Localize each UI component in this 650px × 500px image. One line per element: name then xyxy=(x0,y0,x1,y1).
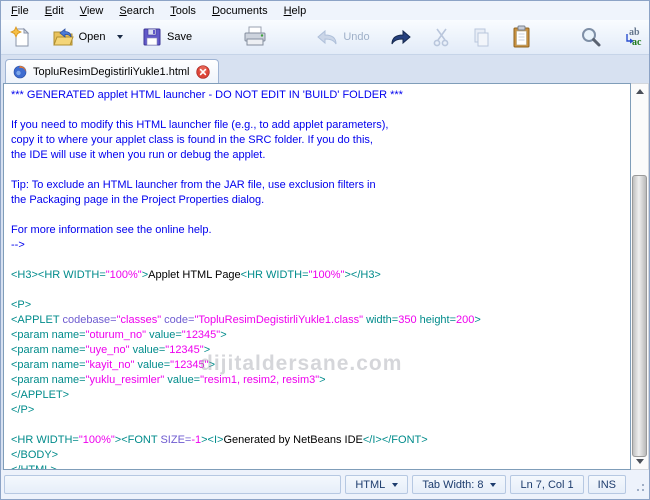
find-button[interactable] xyxy=(575,23,607,51)
paste-icon xyxy=(510,25,532,49)
menu-item-help[interactable]: Help xyxy=(276,3,315,19)
open-folder-icon xyxy=(51,25,75,49)
print-button[interactable] xyxy=(238,23,272,51)
menu-item-edit[interactable]: Edit xyxy=(37,3,72,19)
code-line: <param name="yuklu_resimler" value="resi… xyxy=(11,374,326,386)
code-line: the Packaging page in the Project Proper… xyxy=(11,194,265,206)
editor-area: *** GENERATED applet HTML launcher - DO … xyxy=(1,83,649,470)
code-line: copy it to where your applet class is fo… xyxy=(11,134,373,146)
code-line: --> xyxy=(11,239,25,251)
save-floppy-icon xyxy=(141,26,163,48)
print-icon xyxy=(242,25,268,49)
code-line: For more information see the online help… xyxy=(11,224,212,236)
menu-item-view[interactable]: View xyxy=(72,3,112,19)
code-line: <HR WIDTH="100%"><FONT SIZE=-1><I>Genera… xyxy=(11,434,428,446)
code-line: If you need to modify this HTML launcher… xyxy=(11,119,389,131)
code-line: <param name="kayit_no" value="12345"> xyxy=(11,359,216,371)
code-line: <param name="oturum_no" value="12345"> xyxy=(11,329,227,341)
menu-bar: File Edit View Search Tools Documents Help xyxy=(1,1,649,20)
code-line: </P> xyxy=(11,404,35,416)
code-line: </APPLET> xyxy=(11,389,70,401)
insert-mode-label: INS xyxy=(597,478,616,491)
dropdown-arrow-icon xyxy=(117,35,124,39)
cut-button[interactable] xyxy=(427,24,457,50)
code-line: <param name="uye_no" value="12345"> xyxy=(11,344,211,356)
save-button[interactable]: Save xyxy=(137,24,198,50)
redo-button[interactable] xyxy=(385,24,417,50)
resize-grip[interactable] xyxy=(630,477,646,493)
vertical-scrollbar[interactable] xyxy=(631,83,649,470)
code-line: <H3><HR WIDTH="100%">Applet HTML Page<HR… xyxy=(11,269,381,281)
paste-button[interactable] xyxy=(506,23,536,51)
tab-width-selector[interactable]: Tab Width: 8 xyxy=(412,475,507,494)
redo-icon xyxy=(389,26,413,48)
scrollbar-thumb[interactable] xyxy=(632,175,647,457)
code-line: the IDE will use it when you run or debu… xyxy=(11,149,266,161)
close-icon[interactable] xyxy=(195,64,210,79)
html-file-icon xyxy=(13,65,27,79)
replace-icon: ab ac xyxy=(621,25,645,49)
scroll-down-arrow-icon xyxy=(635,459,644,464)
chevron-down-icon xyxy=(392,482,399,487)
text-view[interactable]: *** GENERATED applet HTML launcher - DO … xyxy=(3,83,631,470)
menu-item-tools[interactable]: Tools xyxy=(162,3,204,19)
scrollbar-track[interactable] xyxy=(631,99,648,457)
menu-item-search[interactable]: Search xyxy=(111,3,162,19)
open-button-label: Open xyxy=(78,31,106,43)
copy-button[interactable] xyxy=(466,24,496,50)
code-line: <P> xyxy=(11,299,32,311)
cursor-position-label: Ln 7, Col 1 xyxy=(520,478,574,491)
cursor-position: Ln 7, Col 1 xyxy=(510,475,584,494)
undo-button-label: Undo xyxy=(343,31,370,43)
replace-button[interactable]: ab ac xyxy=(617,23,649,51)
status-message-area xyxy=(4,475,342,494)
new-document-icon xyxy=(9,25,33,49)
scroll-up-arrow-icon xyxy=(635,89,644,94)
chevron-down-icon xyxy=(490,482,497,487)
undo-button[interactable]: Undo xyxy=(311,24,375,50)
code-line: *** GENERATED applet HTML launcher - DO … xyxy=(11,89,403,101)
code-line: </HTML> xyxy=(11,464,57,470)
language-label: HTML xyxy=(355,478,386,491)
editor-tab[interactable]: TopluResimDegistirliYukle1.html xyxy=(5,59,219,83)
svg-text:ac: ac xyxy=(632,37,642,48)
open-button[interactable]: Open xyxy=(47,23,112,51)
gedit-window: File Edit View Search Tools Documents Help xyxy=(0,0,650,500)
cut-icon xyxy=(431,26,453,48)
tab-width-label: Tab Width: 8 xyxy=(422,478,484,491)
scroll-up-button[interactable] xyxy=(631,84,648,99)
open-dropdown-button[interactable] xyxy=(111,33,127,41)
code-line: <APPLET codebase="classes" code="TopluRe… xyxy=(11,314,481,326)
tab-title: TopluResimDegistirliYukle1.html xyxy=(33,65,190,78)
tab-bar: TopluResimDegistirliYukle1.html xyxy=(1,55,649,83)
undo-icon xyxy=(315,26,339,48)
save-button-label: Save xyxy=(167,31,193,43)
language-selector[interactable]: HTML xyxy=(345,475,409,494)
new-button[interactable] xyxy=(5,23,37,51)
code-area: *** GENERATED applet HTML launcher - DO … xyxy=(4,84,630,469)
insert-mode-indicator: INS xyxy=(587,475,626,494)
code-line: </BODY> xyxy=(11,449,59,461)
status-bar: HTML Tab Width: 8 Ln 7, Col 1 INS xyxy=(1,470,649,499)
code-line: Tip: To exclude an HTML launcher from th… xyxy=(11,179,376,191)
find-icon xyxy=(579,25,603,49)
menu-item-documents[interactable]: Documents xyxy=(204,3,276,19)
toolbar: Open Save Undo ab ac xyxy=(1,20,649,55)
menu-item-file[interactable]: File xyxy=(3,3,37,19)
copy-icon xyxy=(470,26,492,48)
